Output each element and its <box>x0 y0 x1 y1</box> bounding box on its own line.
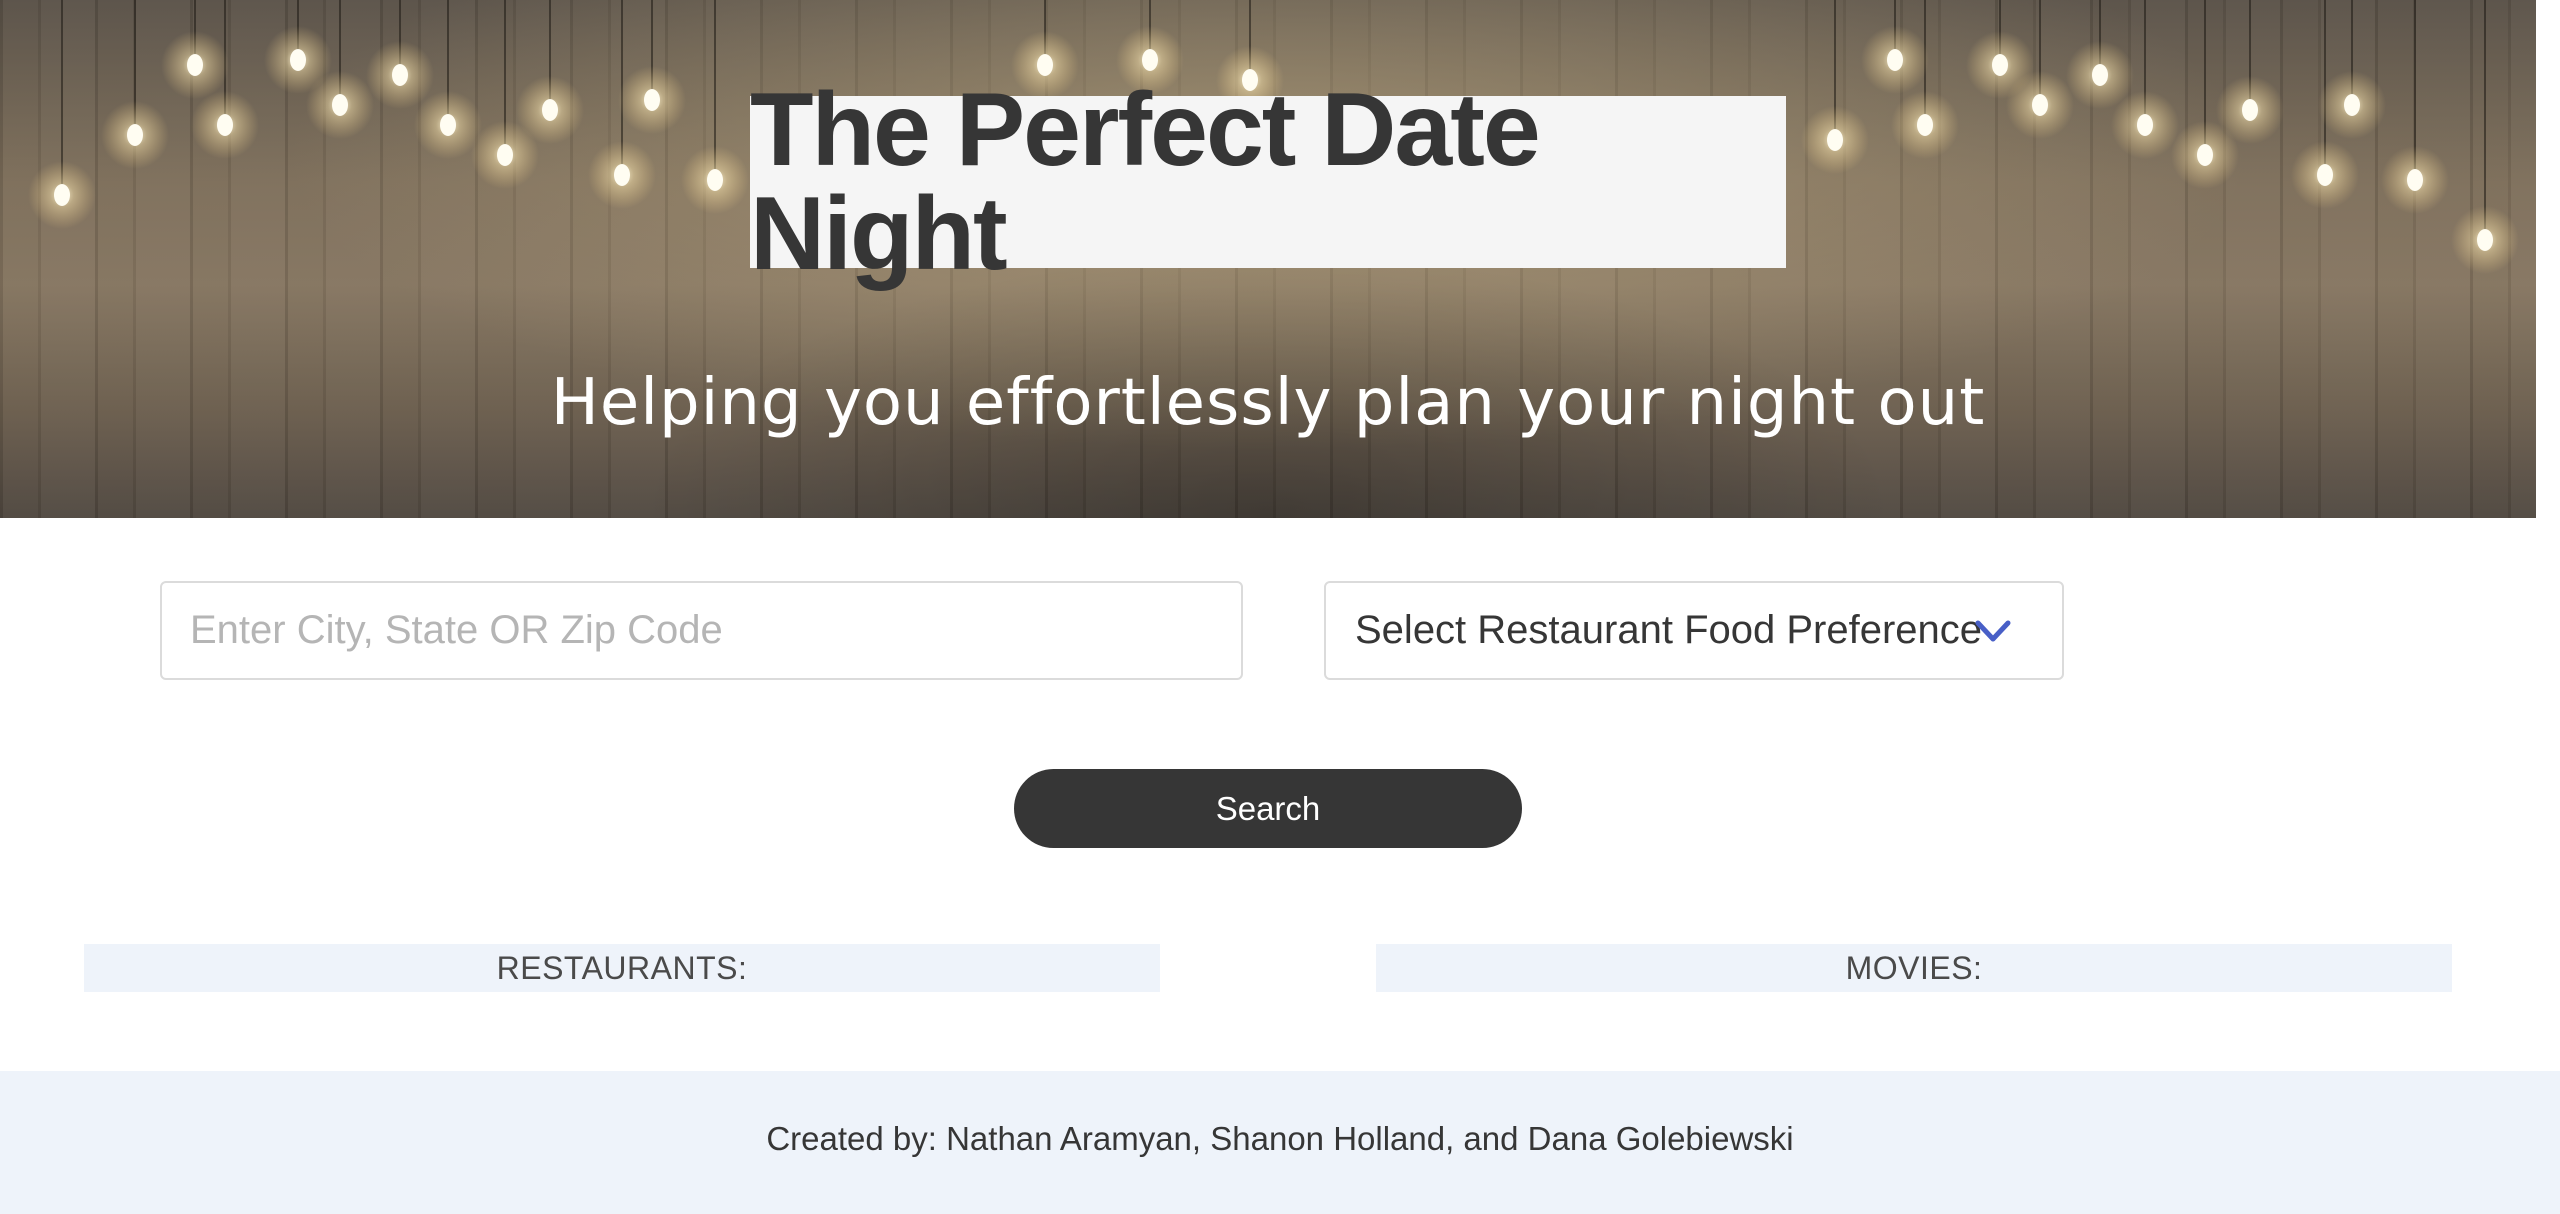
light-bulb <box>101 101 169 169</box>
light-bulb <box>2006 71 2074 139</box>
page-subtitle: Helping you effortlessly plan your night… <box>550 366 1986 440</box>
light-bulb <box>2291 141 2359 209</box>
movies-header: MOVIES: <box>1376 944 2452 992</box>
food-preference-label: Select Restaurant Food Preference <box>1355 608 1983 652</box>
light-bulb <box>2381 146 2449 214</box>
light-bulb <box>2216 76 2284 144</box>
light-bulb <box>2451 206 2519 274</box>
light-bulb <box>1891 91 1959 159</box>
footer: Created by: Nathan Aramyan, Shanon Holla… <box>0 1071 2560 1214</box>
light-bulb <box>2318 71 2386 139</box>
light-bulb <box>1861 26 1929 94</box>
footer-credits: Created by: Nathan Aramyan, Shanon Holla… <box>766 1119 1794 1157</box>
light-bulb <box>681 146 749 214</box>
title-box: The Perfect Date Night <box>750 78 1786 286</box>
chevron-down-icon <box>1975 620 2011 642</box>
light-bulb <box>161 31 229 99</box>
location-input[interactable] <box>160 581 1243 680</box>
light-bulb <box>191 91 259 159</box>
page-title: The Perfect Date Night <box>750 72 1541 292</box>
hero-banner: The Perfect Date Night Helping you effor… <box>0 0 2536 518</box>
search-button[interactable]: Search <box>1014 769 1522 848</box>
light-bulb <box>306 71 374 139</box>
light-bulb <box>516 76 584 144</box>
light-bulb <box>366 41 434 109</box>
light-bulb <box>618 66 686 134</box>
food-preference-select[interactable]: Select Restaurant Food Preference <box>1324 581 2064 680</box>
light-bulb <box>28 161 96 229</box>
light-bulb <box>2111 91 2179 159</box>
light-bulb <box>1801 106 1869 174</box>
restaurants-header: RESTAURANTS: <box>84 944 1160 992</box>
light-bulb <box>588 141 656 209</box>
